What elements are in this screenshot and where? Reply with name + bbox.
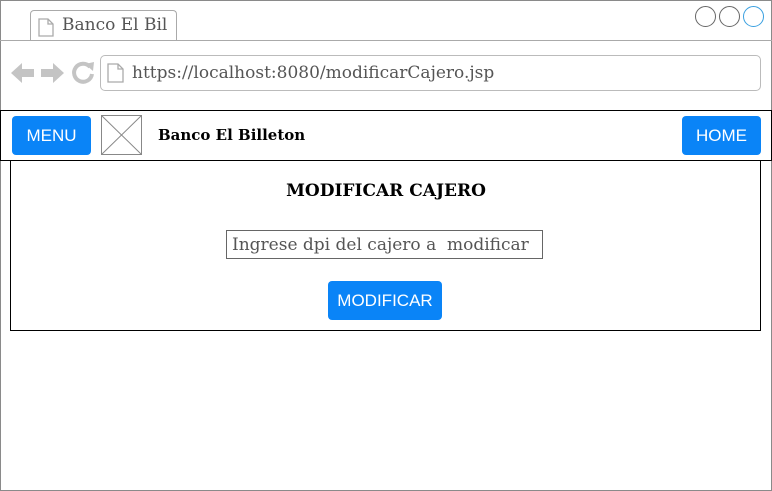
- browser-tab[interactable]: Banco El Bil: [30, 10, 177, 41]
- address-url: https://localhost:8080/modificarCajero.j…: [132, 63, 495, 83]
- address-bar[interactable]: https://localhost:8080/modificarCajero.j…: [100, 55, 761, 91]
- image-placeholder-icon: [101, 115, 142, 155]
- window-control-circle[interactable]: [695, 6, 716, 27]
- brand-name: Banco El Billeton: [158, 126, 306, 144]
- menu-button[interactable]: MENU: [12, 116, 91, 155]
- tab-strip-divider: [0, 40, 772, 41]
- window-control-circle[interactable]: [719, 6, 740, 27]
- window-control-circle-active[interactable]: [743, 6, 764, 27]
- home-button[interactable]: HOME: [682, 116, 761, 155]
- back-arrow-icon[interactable]: [11, 62, 35, 84]
- page-title: MODIFICAR CAJERO: [286, 181, 486, 201]
- modify-button[interactable]: MODIFICAR: [328, 281, 442, 320]
- tab-title: Banco El Bil: [62, 15, 168, 35]
- document-icon: [38, 18, 54, 37]
- dpi-input[interactable]: [226, 230, 543, 259]
- document-icon: [107, 63, 124, 83]
- reload-icon[interactable]: [71, 61, 95, 85]
- forward-arrow-icon[interactable]: [40, 62, 64, 84]
